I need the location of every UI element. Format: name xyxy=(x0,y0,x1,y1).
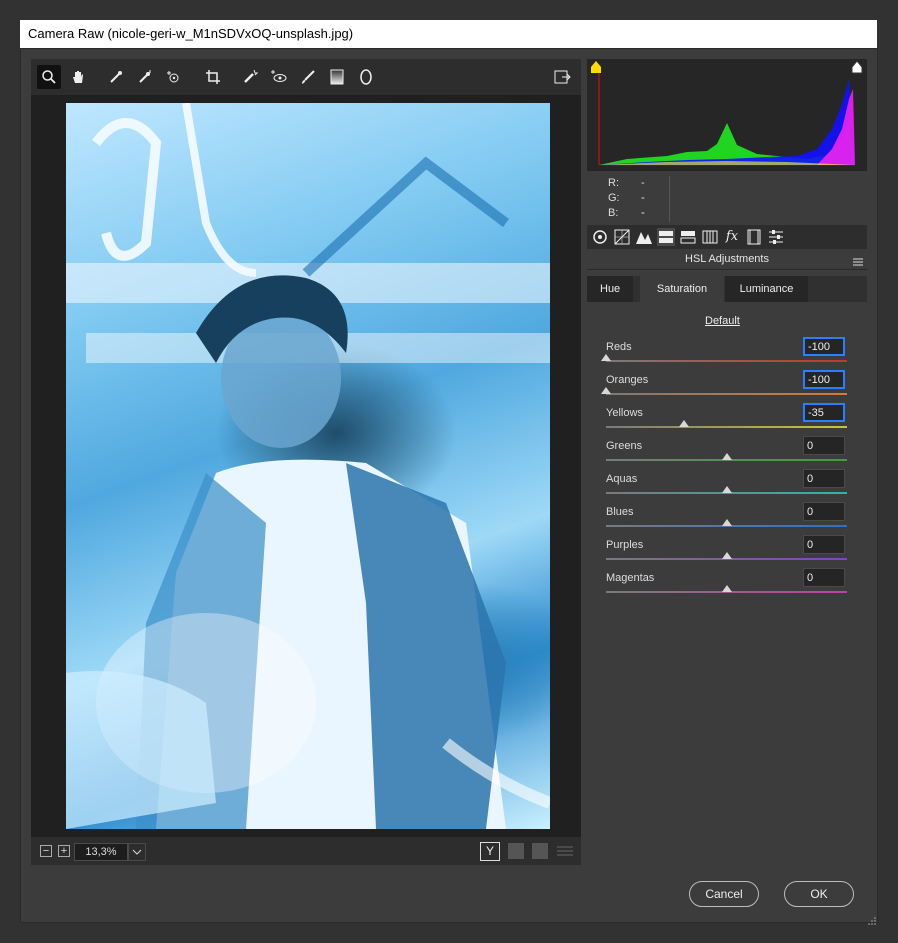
ok-button[interactable]: OK xyxy=(784,881,854,907)
tab-luminance[interactable]: Luminance xyxy=(725,276,808,302)
adjustment-brush-icon[interactable] xyxy=(296,65,320,89)
panel-title: HSL Adjustments xyxy=(587,249,867,270)
lens-corrections-icon[interactable] xyxy=(701,228,719,246)
zoom-icon[interactable] xyxy=(37,65,61,89)
b-label: B: xyxy=(608,207,619,219)
slider-label-yellows: Yellows xyxy=(606,407,643,419)
hsl-icon[interactable] xyxy=(657,228,675,246)
r-label: R: xyxy=(608,177,619,189)
g-label: G: xyxy=(608,192,620,204)
value-field-blues[interactable]: 0 xyxy=(803,502,845,521)
panel-tabs: fx xyxy=(587,225,867,249)
camera-calibration-icon[interactable] xyxy=(745,228,763,246)
value-field-yellows[interactable]: -35 xyxy=(803,403,845,422)
slider-label-blues: Blues xyxy=(606,506,634,518)
preview-preferences-icon[interactable] xyxy=(556,843,574,859)
value-field-purples[interactable]: 0 xyxy=(803,535,845,554)
presets-icon[interactable] xyxy=(767,228,785,246)
slider-label-aquas: Aquas xyxy=(606,473,638,485)
color-sampler-icon[interactable] xyxy=(133,65,157,89)
zoom-out-icon[interactable]: − xyxy=(40,845,52,857)
slider-label-magentas: Magentas xyxy=(606,572,655,584)
slider-thumb-blues[interactable] xyxy=(721,519,732,526)
value-field-reds[interactable]: -100 xyxy=(803,337,845,356)
slider-thumb-reds[interactable] xyxy=(601,354,611,361)
effects-icon[interactable]: fx xyxy=(723,228,741,246)
spot-removal-icon[interactable] xyxy=(238,65,262,89)
slider-label-purples: Purples xyxy=(606,539,644,551)
slider-track-oranges[interactable] xyxy=(606,393,847,395)
value-field-oranges[interactable]: -100 xyxy=(803,370,845,389)
slider-thumb-magentas[interactable] xyxy=(721,585,732,592)
targeted-adjustment-icon[interactable] xyxy=(163,65,187,89)
split-toning-icon[interactable] xyxy=(679,228,697,246)
slider-label-oranges: Oranges xyxy=(606,374,649,386)
tone-curve-icon[interactable] xyxy=(613,228,631,246)
open-preferences-icon[interactable] xyxy=(551,65,575,89)
value-field-magentas[interactable]: 0 xyxy=(803,568,845,587)
slider-label-reds: Reds xyxy=(606,341,632,353)
slider-thumb-yellows[interactable] xyxy=(679,420,690,427)
crop-icon[interactable] xyxy=(201,65,225,89)
photo-preview[interactable] xyxy=(66,103,550,829)
tool-bar xyxy=(31,59,581,95)
histogram xyxy=(587,59,867,171)
slider-thumb-purples[interactable] xyxy=(721,552,732,559)
tab-hue[interactable]: Hue xyxy=(587,276,634,302)
right-panel xyxy=(587,59,867,865)
radial-filter-icon[interactable] xyxy=(354,65,378,89)
detail-icon[interactable] xyxy=(635,228,653,246)
slider-thumb-greens[interactable] xyxy=(721,453,732,460)
hsl-tabs: Hue Saturation Luminance xyxy=(587,276,867,302)
default-link[interactable]: Default xyxy=(705,315,740,327)
graduated-filter-icon[interactable] xyxy=(325,65,349,89)
basic-panel-icon[interactable] xyxy=(591,228,609,246)
slider-label-greens: Greens xyxy=(606,440,643,452)
copy-settings-icon[interactable] xyxy=(532,843,548,859)
slider-track-reds[interactable] xyxy=(606,360,847,362)
rgb-readout: R:--- G:--- B:--- xyxy=(608,176,645,249)
panel-menu-icon[interactable] xyxy=(853,254,863,266)
zoom-dropdown-icon[interactable] xyxy=(128,843,146,861)
resize-grip-icon[interactable] xyxy=(868,912,876,925)
slider-thumb-oranges[interactable] xyxy=(601,387,611,394)
red-eye-icon[interactable] xyxy=(267,65,291,89)
compare-view-icon[interactable]: Y xyxy=(480,842,500,861)
value-field-aquas[interactable]: 0 xyxy=(803,469,845,488)
readout-divider xyxy=(669,176,670,222)
white-balance-icon[interactable] xyxy=(104,65,128,89)
hand-icon[interactable] xyxy=(66,65,90,89)
cancel-button[interactable]: Cancel xyxy=(689,881,759,907)
zoom-in-icon[interactable]: + xyxy=(58,845,70,857)
slider-track-yellows[interactable] xyxy=(606,426,847,428)
swap-settings-icon[interactable] xyxy=(508,843,524,859)
tab-saturation[interactable]: Saturation xyxy=(640,276,724,302)
zoom-level-field[interactable]: 13,3% xyxy=(74,843,128,861)
window-title: Camera Raw (nicole-geri-w_M1nSDVxOQ-unsp… xyxy=(20,20,877,48)
value-field-greens[interactable]: 0 xyxy=(803,436,845,455)
slider-thumb-aquas[interactable] xyxy=(721,486,732,493)
